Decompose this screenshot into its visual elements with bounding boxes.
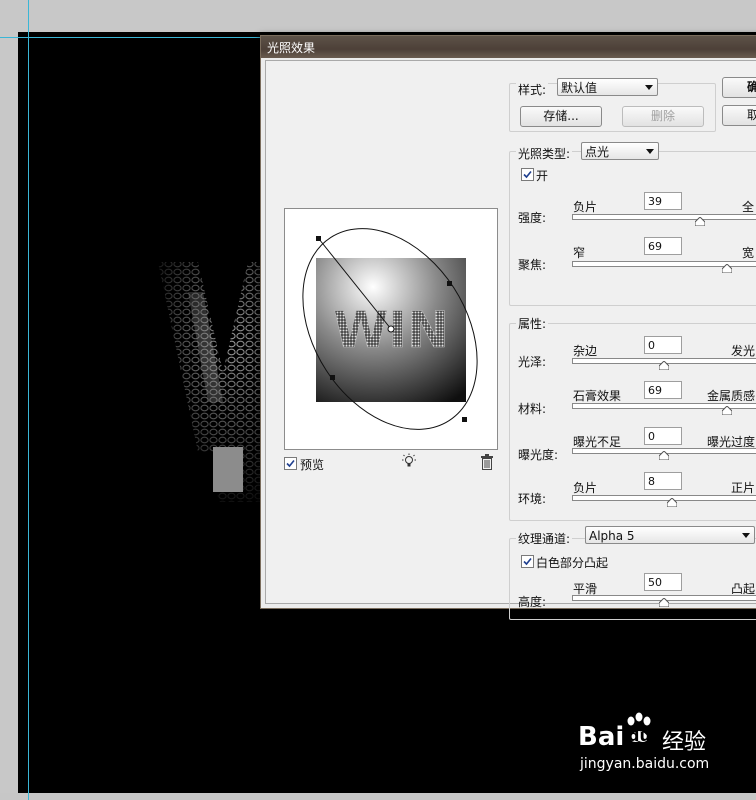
focus-input[interactable]: 69 [644, 237, 682, 255]
material-max-label: 金属质感 [707, 389, 756, 403]
material-label: 材料: [518, 402, 547, 416]
checkmark-icon [523, 170, 532, 179]
white-is-high-label: 白色部分凸起 [536, 556, 609, 570]
chevron-down-icon [742, 533, 750, 538]
preview-checkbox[interactable] [284, 457, 297, 470]
intensity-input[interactable]: 39 [644, 192, 682, 210]
intensity-min-label: 负片 [573, 200, 598, 214]
intensity-slider-track[interactable] [572, 214, 756, 220]
watermark-brand: Bai [578, 722, 625, 752]
trash-icon[interactable] [480, 454, 494, 470]
dialog-title-bar[interactable]: 光照效果 [261, 36, 756, 58]
preview-canvas[interactable]: WIN [285, 209, 497, 449]
light-handle-top-left[interactable] [316, 236, 321, 241]
material-input[interactable]: 69 [644, 381, 682, 399]
checkmark-icon [286, 459, 295, 468]
focus-label: 聚焦: [518, 258, 547, 272]
style-select-value: 默认值 [561, 81, 598, 95]
baidu-watermark: Bai du 经验 jingyan.baidu.com [578, 712, 754, 778]
texture-group [509, 538, 756, 620]
light-handle-left[interactable] [330, 375, 335, 380]
focus-min-label: 窄 [573, 246, 586, 260]
preview-label: 预览 [300, 458, 325, 472]
chevron-down-icon [646, 149, 654, 154]
gloss-max-label: 发光 [731, 344, 756, 358]
canvas-texture-letter [158, 262, 278, 502]
texture-channel-select[interactable]: Alpha 5 [585, 526, 755, 544]
ambience-input[interactable]: 8 [644, 472, 682, 490]
dialog-body: WIN 预览 样式: 默认值 存储... 删除 确 取 光照类型: 点光 开 强… [265, 60, 756, 620]
style-select[interactable]: 默认值 [557, 78, 658, 96]
gloss-input[interactable]: 0 [644, 336, 682, 354]
ok-button[interactable]: 确 [722, 77, 756, 98]
height-label: 高度: [518, 595, 547, 609]
light-handle-bottom-right[interactable] [462, 417, 467, 422]
checkmark-icon [523, 557, 532, 566]
gloss-label: 光泽: [518, 355, 547, 369]
properties-group [509, 323, 756, 521]
cancel-button[interactable]: 取 [722, 105, 756, 126]
workspace-top [0, 0, 756, 32]
height-input[interactable]: 50 [644, 573, 682, 591]
delete-button[interactable]: 删除 [622, 106, 704, 127]
light-type-label: 光照类型: [516, 145, 573, 162]
lighting-effects-dialog: 光照效果 WIN 预览 样式: 默认值 存储... 删除 确 取 光照类型: 点… [260, 35, 756, 620]
save-button[interactable]: 存储... [520, 106, 602, 127]
light-type-select-value: 点光 [585, 145, 610, 159]
ambience-max-label: 正片 [731, 481, 756, 495]
workspace-left [0, 0, 18, 793]
exposure-input[interactable]: 0 [644, 427, 682, 445]
light-on-label: 开 [536, 169, 549, 183]
guide-vertical[interactable] [28, 0, 29, 800]
focus-max-label: 宽 [742, 246, 755, 260]
material-min-label: 石膏效果 [573, 389, 622, 403]
intensity-label: 强度: [518, 211, 547, 225]
properties-label: 属性: [516, 315, 549, 332]
texture-channel-value: Alpha 5 [589, 529, 635, 543]
intensity-max-label: 全 [742, 200, 755, 214]
dialog-title: 光照效果 [267, 41, 316, 55]
chevron-down-icon [645, 85, 653, 90]
ambience-label: 环境: [518, 492, 547, 506]
light-bulb-icon[interactable] [400, 453, 418, 471]
light-type-select[interactable]: 点光 [581, 142, 659, 160]
light-center-handle[interactable] [387, 325, 395, 333]
light-handle-right[interactable] [447, 281, 452, 286]
exposure-label: 曝光度: [518, 448, 559, 462]
ambience-min-label: 负片 [573, 481, 598, 495]
white-is-high-checkbox[interactable] [521, 555, 534, 568]
watermark-suffix: 经验 [662, 730, 707, 755]
watermark-brand-du: du [628, 726, 651, 745]
watermark-url: jingyan.baidu.com [580, 756, 710, 772]
gloss-min-label: 杂边 [573, 344, 598, 358]
texture-channel-label: 纹理通道: [516, 530, 573, 547]
style-label: 样式: [516, 81, 549, 98]
preview-area[interactable]: WIN [284, 208, 498, 450]
ambience-slider-track[interactable] [572, 495, 756, 501]
light-on-checkbox[interactable] [521, 168, 534, 181]
